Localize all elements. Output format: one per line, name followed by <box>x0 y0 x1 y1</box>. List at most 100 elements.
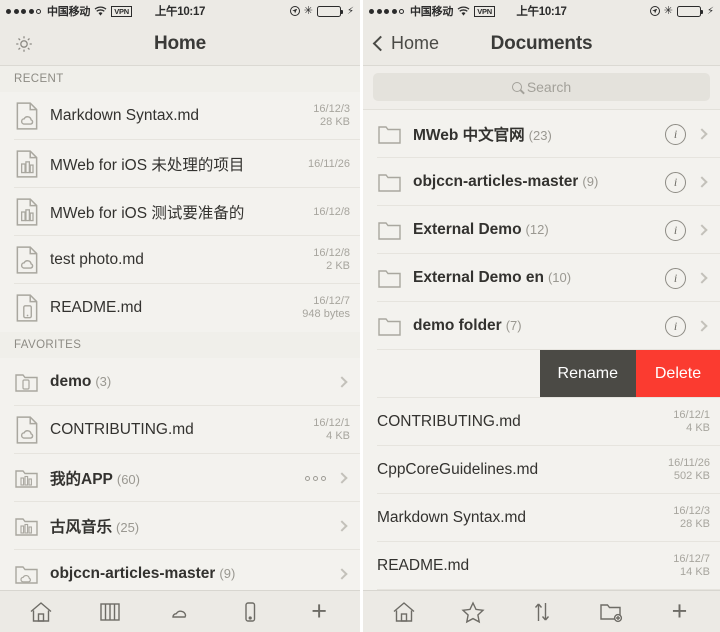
left-tabbar[interactable]: + <box>0 590 360 632</box>
chevron-right-icon[interactable] <box>696 176 708 188</box>
info-circle-icon[interactable]: i <box>665 171 686 193</box>
folder-icon <box>377 119 403 149</box>
list-item-size: 28 KB <box>320 116 350 128</box>
back-button-label: Home <box>391 33 440 53</box>
chevron-left-icon <box>372 35 389 52</box>
list-item[interactable]: demo folder (7) i <box>363 302 720 350</box>
list-item-main: Markdown Syntax.md <box>377 509 665 527</box>
list-item-meta: 16/12/8 <box>313 206 350 219</box>
list-item-title: objccn-articles-master <box>50 565 216 582</box>
more-options-icon[interactable] <box>305 475 326 481</box>
cloud-document-icon <box>14 245 40 275</box>
list-item-size: 502 KB <box>673 470 710 482</box>
chevron-right-icon[interactable] <box>696 224 708 236</box>
list-item[interactable]: demo (3) <box>0 358 360 406</box>
list-item-date: 16/12/1 <box>313 417 350 429</box>
info-circle-icon[interactable]: i <box>665 267 686 289</box>
list-item-title: README.md <box>50 299 143 316</box>
charging-bolt-icon: ⚡ <box>706 5 714 17</box>
signal-strength-icon <box>6 8 41 14</box>
tab-sort[interactable] <box>519 595 565 629</box>
list-item[interactable]: Markdown Syntax.md 16/12/3 28 KB <box>363 494 720 542</box>
search-input[interactable]: Search <box>373 73 710 101</box>
page-title: Home <box>154 32 206 54</box>
list-item-date: 16/12/8 <box>313 247 350 259</box>
list-item[interactable]: MWeb for iOS 测试要准备的 16/12/8 <box>0 188 360 236</box>
list-item[interactable]: External Demo en (10) i <box>363 254 720 302</box>
list-item-main: CppCoreGuidelines.md <box>377 461 660 479</box>
delete-button[interactable]: Delete <box>636 350 720 398</box>
list-item[interactable]: CONTRIBUTING.md 16/12/1 4 KB <box>0 406 360 454</box>
left-navbar: Home <box>0 22 360 66</box>
list-item-meta: 16/11/26 <box>308 158 350 171</box>
left-list[interactable]: RECENT Markdown Syntax.md 16/12/3 28 KB <box>0 66 360 590</box>
list-item-date: 16/12/3 <box>313 103 350 115</box>
list-item-date: 16/12/7 <box>313 295 350 307</box>
list-item[interactable]: objccn-articles-master (9) <box>0 550 360 590</box>
list-item-date: 16/12/8 <box>313 205 350 218</box>
list-item-size: 14 KB <box>680 566 710 578</box>
chevron-right-icon[interactable] <box>336 472 348 484</box>
info-circle-icon[interactable]: i <box>665 123 686 145</box>
swipe-actions[interactable]: Rename Delete <box>539 350 720 398</box>
list-item-meta: 16/12/1 4 KB <box>673 409 710 435</box>
charging-bolt-icon: ⚡ <box>346 5 354 17</box>
info-circle-icon[interactable]: i <box>665 219 686 241</box>
gear-icon[interactable] <box>12 32 36 56</box>
section-header-recent: RECENT <box>0 66 360 92</box>
list-item[interactable]: README.md 16/12/7 14 KB <box>363 542 720 590</box>
tab-device[interactable] <box>227 595 273 629</box>
list-item-meta: 16/12/3 28 KB <box>313 103 350 129</box>
list-item[interactable]: CppCoreGuidelines.md 16/11/26 502 KB <box>363 446 720 494</box>
list-item[interactable]: 我的APP (60) <box>0 454 360 502</box>
search-icon <box>511 82 522 92</box>
chevron-right-icon[interactable] <box>336 568 348 580</box>
list-item[interactable]: 古风音乐 (25) <box>0 502 360 550</box>
tab-cloud[interactable] <box>157 595 203 629</box>
right-list[interactable]: MWeb 中文官网 (23) i objccn-articles-master … <box>363 110 720 590</box>
list-item[interactable]: test photo.md 16/12/8 2 KB <box>0 236 360 284</box>
list-item[interactable]: MWeb 中文官网 (23) i <box>363 110 720 158</box>
tab-library[interactable] <box>87 595 133 629</box>
tab-favorites[interactable] <box>450 595 496 629</box>
tab-home[interactable] <box>18 595 64 629</box>
chevron-right-icon[interactable] <box>696 320 708 332</box>
list-item-date: 16/12/1 <box>673 409 710 421</box>
list-item-meta: 16/12/8 2 KB <box>313 247 350 273</box>
tab-add[interactable]: + <box>657 595 703 629</box>
list-item[interactable]: objccn-articles-master (9) i <box>363 158 720 206</box>
list-item-title: MWeb 中文官网 <box>413 127 525 144</box>
list-item-main: demo folder (7) <box>413 317 665 335</box>
tab-add[interactable]: + <box>296 595 342 629</box>
folder-icon <box>377 263 403 293</box>
status-right-group: ✳ ⚡ <box>289 5 354 17</box>
back-button[interactable]: Home <box>372 33 440 54</box>
chevron-right-icon[interactable] <box>696 272 708 284</box>
rename-button[interactable]: Rename <box>539 350 636 398</box>
wifi-icon <box>457 6 470 17</box>
list-item[interactable]: MWeb for iOS 未处理的项目 16/11/26 <box>0 140 360 188</box>
chevron-right-icon[interactable] <box>336 520 348 532</box>
list-item[interactable]: Markdown Syntax.md 16/12/3 28 KB <box>0 92 360 140</box>
list-item-count: (25) <box>116 520 140 535</box>
right-tabbar[interactable]: + <box>363 590 720 632</box>
folder-icon <box>377 167 403 197</box>
list-item[interactable]: External Demo (12) i <box>363 206 720 254</box>
list-item-main: External Demo (12) <box>413 221 665 239</box>
chevron-right-icon[interactable] <box>696 128 708 140</box>
list-item-main: 古风音乐 (25) <box>50 515 326 537</box>
list-item-meta: 16/12/3 28 KB <box>673 505 710 531</box>
list-item-meta: 16/12/1 4 KB <box>313 417 350 443</box>
list-item[interactable]: README.md 16/12/7 948 bytes <box>0 284 360 332</box>
tab-home[interactable] <box>381 595 427 629</box>
list-item-main: README.md <box>50 299 294 317</box>
tab-new-folder[interactable] <box>588 595 634 629</box>
list-item-main: External Demo en (10) <box>413 269 665 287</box>
list-item[interactable]: CONTRIBUTING.md 16/12/1 4 KB <box>363 398 720 446</box>
list-item-main: README.md <box>377 557 665 575</box>
list-item-title: objccn-articles-master <box>413 173 579 190</box>
list-item-swiped[interactable]: i Rename Delete <box>363 350 720 398</box>
search-container: Search <box>363 66 720 110</box>
info-circle-icon[interactable]: i <box>665 315 686 337</box>
chevron-right-icon[interactable] <box>336 376 348 388</box>
